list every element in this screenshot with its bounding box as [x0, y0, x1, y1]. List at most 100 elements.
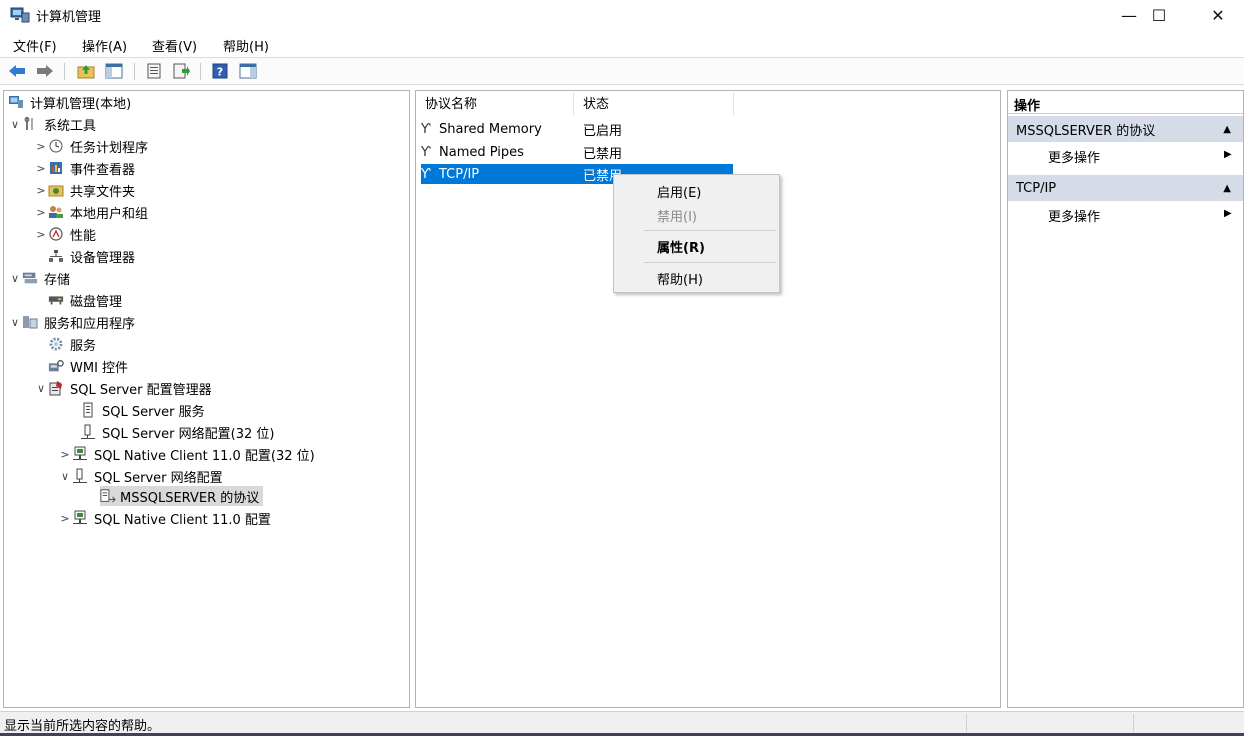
- tree-item-label: SQL Native Client 11.0 配置: [94, 512, 271, 528]
- tree-item-device-manager[interactable]: 设备管理器: [48, 246, 135, 266]
- services-gear-icon: [48, 336, 64, 352]
- list-item[interactable]: Ƴ Named Pipes 已禁用: [421, 142, 733, 162]
- window-title: 计算机管理: [36, 10, 102, 25]
- chevron-down-icon[interactable]: ∨: [8, 118, 22, 131]
- tree-item-event-viewer[interactable]: > 事件查看器: [34, 158, 135, 178]
- system-tools-icon: [22, 116, 38, 132]
- context-menu: 启用(E) 禁用(I) 属性(R) 帮助(H): [613, 174, 780, 293]
- column-separator[interactable]: [733, 92, 734, 116]
- tree-item-computer-management[interactable]: 计算机管理(本地): [8, 92, 131, 112]
- chevron-down-icon[interactable]: ∨: [58, 470, 72, 483]
- status-divider: [966, 714, 967, 732]
- chevron-right-icon[interactable]: >: [34, 206, 48, 219]
- context-menu-properties[interactable]: 属性(R): [657, 237, 705, 256]
- tree-item-label: 设备管理器: [70, 250, 136, 266]
- context-menu-disable: 禁用(I): [657, 210, 697, 225]
- protocols-icon: [100, 488, 116, 504]
- tree-item-sql-server-config-manager[interactable]: ∨ SQL Server 配置管理器: [34, 378, 212, 398]
- list-item[interactable]: Ƴ Shared Memory 已启用: [421, 119, 733, 139]
- up-folder-icon[interactable]: [76, 62, 96, 80]
- menu-file[interactable]: 文件(F): [13, 36, 57, 55]
- export-list-icon[interactable]: [172, 62, 192, 80]
- tree-item-label: 服务和应用程序: [44, 316, 136, 332]
- storage-icon: [22, 270, 38, 286]
- chevron-right-icon[interactable]: >: [58, 512, 72, 525]
- computer-management-icon: [8, 94, 24, 110]
- users-icon: [48, 204, 64, 220]
- protocol-icon: Ƴ: [421, 144, 431, 160]
- properties-icon[interactable]: [144, 62, 164, 80]
- help-icon[interactable]: ?: [210, 62, 230, 80]
- tree-item-sql-server-services[interactable]: SQL Server 服务: [80, 400, 205, 420]
- tree-item-local-users-groups[interactable]: > 本地用户和组: [34, 202, 148, 222]
- tree-item-native-client-config[interactable]: > SQL Native Client 11.0 配置: [58, 508, 271, 528]
- collapse-up-icon[interactable]: ▲: [1223, 124, 1231, 135]
- column-header-protocol-name[interactable]: 协议名称: [425, 93, 477, 115]
- computer-management-app-icon: [10, 7, 30, 23]
- maximize-button[interactable]: ☐: [1136, 0, 1182, 30]
- actions-more-actions[interactable]: 更多操作: [1048, 147, 1100, 166]
- clock-icon: [48, 138, 64, 154]
- performance-icon: [48, 226, 64, 242]
- tree-item-label: 性能: [70, 228, 97, 244]
- chevron-down-icon[interactable]: ∨: [8, 316, 22, 329]
- tree-item-services-applications[interactable]: ∨ 服务和应用程序: [8, 312, 135, 332]
- submenu-arrow-icon[interactable]: ▶: [1224, 208, 1232, 219]
- tree-item-label: SQL Native Client 11.0 配置(32 位): [94, 448, 315, 464]
- tree-item-label: 任务计划程序: [70, 140, 149, 156]
- close-button[interactable]: ✕: [1195, 0, 1241, 30]
- chevron-down-icon[interactable]: ∨: [34, 382, 48, 395]
- tree-item-label: SQL Server 网络配置: [94, 470, 223, 486]
- tree-item-wmi-control[interactable]: WMI 控件: [48, 356, 128, 376]
- native-client-icon: [72, 510, 88, 526]
- context-menu-help[interactable]: 帮助(H): [657, 269, 703, 288]
- disk-icon: [48, 292, 64, 308]
- tree-item-storage[interactable]: ∨ 存储: [8, 268, 70, 288]
- protocol-name: Named Pipes: [439, 144, 524, 160]
- protocol-name: TCP/IP: [439, 166, 480, 182]
- tree-item-disk-management[interactable]: 磁盘管理: [48, 290, 122, 310]
- tree-item-native-client-config-32[interactable]: > SQL Native Client 11.0 配置(32 位): [58, 444, 315, 464]
- submenu-arrow-icon[interactable]: ▶: [1224, 149, 1232, 160]
- context-menu-separator: [644, 262, 776, 263]
- actions-more-actions[interactable]: 更多操作: [1048, 206, 1100, 225]
- show-hide-tree-icon[interactable]: [104, 62, 124, 80]
- tree-item-task-scheduler[interactable]: > 任务计划程序: [34, 136, 148, 156]
- tree-item-services[interactable]: 服务: [48, 334, 96, 354]
- actions-group-mssqlserver-protocols[interactable]: MSSQLSERVER 的协议 ▲: [1008, 116, 1243, 142]
- tree-item-shared-folders[interactable]: > 共享文件夹: [34, 180, 135, 200]
- tree-item-mssqlserver-protocols[interactable]: MSSQLSERVER 的协议: [100, 486, 264, 506]
- toolbar-separator: [200, 63, 201, 80]
- actions-header: 操作: [1008, 92, 1243, 114]
- tree-item-label: 本地用户和组: [70, 206, 149, 222]
- chevron-right-icon[interactable]: >: [34, 140, 48, 153]
- actions-group-label: MSSQLSERVER 的协议: [1016, 123, 1156, 139]
- menu-action[interactable]: 操作(A): [82, 36, 127, 55]
- protocol-status: 已禁用: [583, 146, 623, 162]
- context-menu-separator: [644, 230, 776, 231]
- collapse-up-icon[interactable]: ▲: [1223, 183, 1231, 194]
- forward-arrow-icon[interactable]: [35, 62, 55, 80]
- menu-help[interactable]: 帮助(H): [223, 36, 269, 55]
- tree-item-label: 事件查看器: [70, 162, 136, 178]
- context-menu-enable[interactable]: 启用(E): [657, 182, 701, 201]
- chevron-down-icon[interactable]: ∨: [8, 272, 22, 285]
- chevron-right-icon[interactable]: >: [58, 448, 72, 461]
- back-arrow-icon[interactable]: [7, 62, 27, 80]
- actions-group-label: TCP/IP: [1016, 180, 1057, 196]
- tree-item-label: SQL Server 服务: [102, 404, 205, 420]
- menu-view[interactable]: 查看(V): [152, 36, 197, 55]
- tree-item-performance[interactable]: > 性能: [34, 224, 96, 244]
- tree-item-system-tools[interactable]: ∨ 系统工具: [8, 114, 96, 134]
- native-client-icon: [72, 446, 88, 462]
- shared-folder-icon: [48, 182, 64, 198]
- chevron-right-icon[interactable]: >: [34, 162, 48, 175]
- column-header-status[interactable]: 状态: [583, 93, 609, 115]
- chevron-right-icon[interactable]: >: [34, 228, 48, 241]
- show-hide-action-pane-icon[interactable]: [238, 62, 258, 80]
- chevron-right-icon[interactable]: >: [34, 184, 48, 197]
- column-separator[interactable]: [573, 92, 574, 116]
- tree-item-sql-network-config[interactable]: ∨ SQL Server 网络配置: [58, 466, 223, 486]
- tree-item-sql-network-config-32[interactable]: SQL Server 网络配置(32 位): [80, 422, 274, 442]
- actions-group-tcpip[interactable]: TCP/IP ▲: [1008, 175, 1243, 201]
